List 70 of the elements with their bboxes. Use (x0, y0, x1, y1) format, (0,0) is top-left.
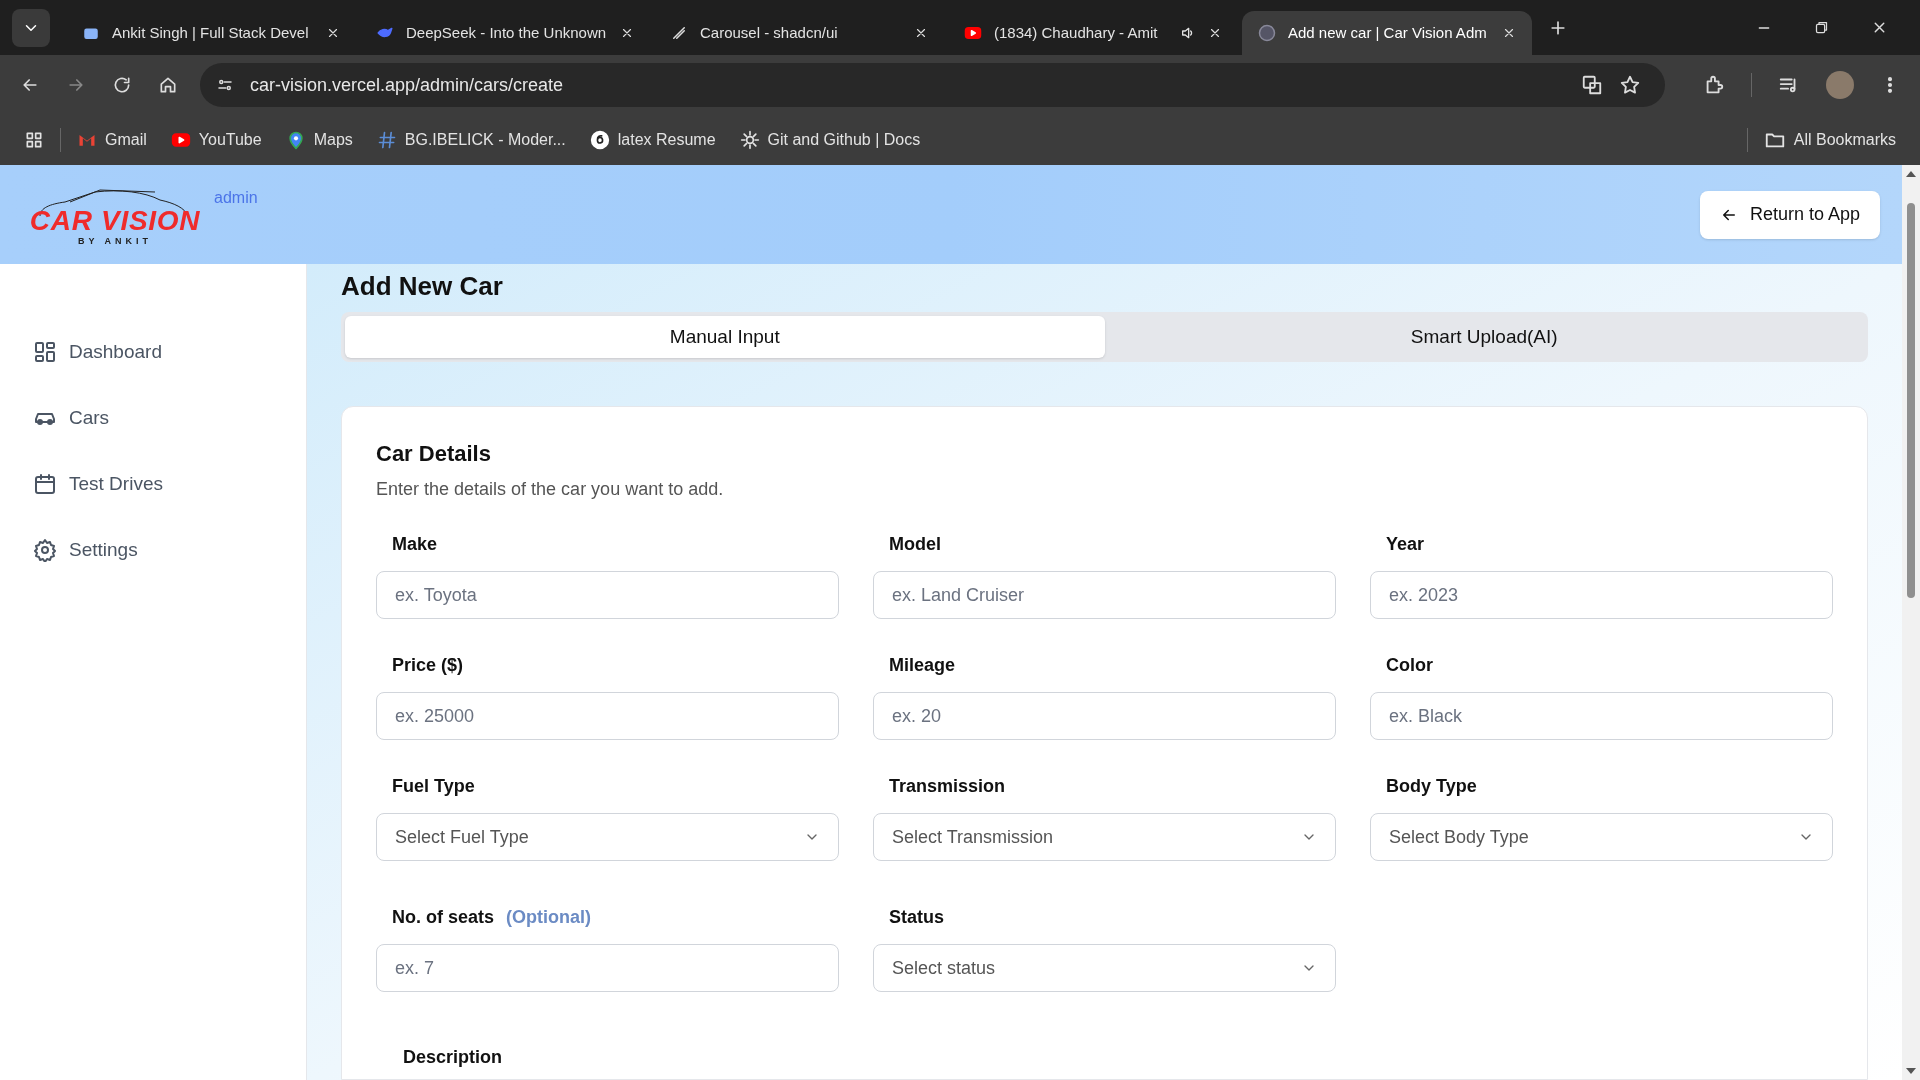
field-label: Price ($) (391, 654, 465, 676)
text-input[interactable]: ex. 7 (376, 944, 839, 992)
translate-icon[interactable] (1581, 74, 1603, 96)
close-icon[interactable] (326, 26, 340, 40)
close-icon[interactable] (1502, 26, 1516, 40)
field-label: Transmission (888, 775, 1007, 797)
field-label: Status (888, 906, 945, 928)
bookmark[interactable]: Git and Github | Docs (739, 128, 921, 152)
bookmark[interactable]: YouTube (170, 128, 262, 152)
hash-icon (376, 130, 397, 150)
text-input[interactable]: ex. 20 (873, 692, 1336, 740)
field-label: Color (1385, 654, 1434, 676)
scrollbar[interactable] (1902, 165, 1920, 1080)
select-field[interactable]: Select Body Type (1370, 813, 1833, 861)
bookmark[interactable]: Gmail (77, 128, 147, 152)
close-icon[interactable] (620, 26, 634, 40)
logo-subtitle: BY ANKIT (78, 236, 152, 246)
mode-tab[interactable]: Manual Input (345, 316, 1105, 358)
field-label: Description (402, 1046, 504, 1069)
text-input[interactable]: ex. 25000 (376, 692, 839, 740)
play-icon (170, 130, 191, 150)
address-bar[interactable]: car-vision.vercel.app/admin/cars/create (200, 63, 1665, 107)
home-icon[interactable] (158, 75, 178, 95)
field-label: Model (888, 533, 942, 555)
dashboard-icon (33, 340, 57, 364)
select-field[interactable]: Select Fuel Type (376, 813, 839, 861)
browser-tab[interactable]: Carousel - shadcn/ui (654, 11, 944, 55)
text-input[interactable]: ex. Land Cruiser (873, 571, 1336, 619)
text-input[interactable]: ex. 2023 (1370, 571, 1833, 619)
sidebar-item[interactable]: Dashboard (33, 332, 306, 372)
sidebar-item[interactable]: Cars (33, 398, 306, 438)
browser-tab[interactable]: (1834) Chaudhary - Amit (948, 11, 1238, 55)
field-label: Make (391, 533, 439, 555)
all-bookmarks[interactable]: All Bookmarks (1746, 128, 1896, 152)
field-label: No. of seats (392, 907, 495, 927)
select-field[interactable]: Select Transmission (873, 813, 1336, 861)
play-icon (964, 24, 982, 42)
return-button[interactable]: Return to App (1699, 190, 1880, 239)
select-field[interactable]: Select status (873, 944, 1336, 992)
field-label: Mileage (888, 654, 957, 676)
close-icon[interactable] (914, 26, 928, 40)
field-label: Fuel Type (391, 775, 476, 797)
browser-tab[interactable]: Ankit Singh | Full Stack Devel (66, 11, 356, 55)
sidebar-item[interactable]: Test Drives (33, 464, 306, 504)
card-subtitle: Enter the details of the car you want to add. (376, 478, 725, 501)
close-icon[interactable] (1208, 26, 1222, 40)
text-input[interactable]: ex. Black (1370, 692, 1833, 740)
admin-label: admin (214, 188, 258, 208)
field-label: Body Type (1385, 775, 1478, 797)
restore-icon[interactable] (1814, 20, 1829, 35)
star-icon[interactable] (1619, 74, 1641, 96)
bookmark[interactable]: Maps (285, 128, 353, 152)
optional-hint: (Optional) (506, 907, 591, 927)
browser-tab[interactable]: Add new car | Car Vision Adm (1242, 11, 1532, 55)
bookmark[interactable]: BG.IBELICK - Moder... (376, 128, 566, 152)
page-title: Add New Car (341, 270, 504, 303)
text-input[interactable]: ex. Toyota (376, 571, 839, 619)
sidebar-item[interactable]: Settings (33, 530, 306, 570)
reload-icon[interactable] (112, 75, 132, 95)
six-circle-icon (589, 130, 610, 150)
mode-tab[interactable]: Smart Upload(AI) (1104, 316, 1864, 358)
avatar[interactable] (1826, 71, 1854, 99)
calendar-icon (33, 472, 57, 496)
field-label: Year (1385, 533, 1426, 555)
card-title: Car Details (376, 440, 492, 468)
browser-tab[interactable]: DeepSeek - Into the Unknown (360, 11, 650, 55)
slash-icon (670, 24, 688, 42)
bookmark[interactable]: latex Resume (589, 128, 716, 152)
apps-grid-icon[interactable] (24, 130, 44, 150)
logo-title: CAR VISION (29, 206, 201, 235)
